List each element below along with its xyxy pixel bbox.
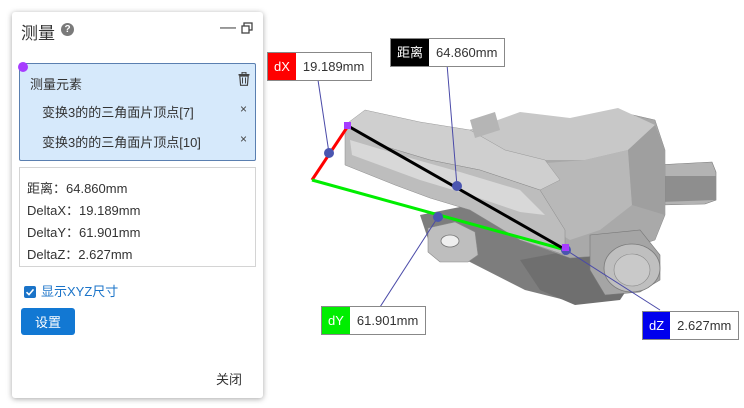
dx-value: 19.189mm [302, 59, 365, 74]
result-distance: 距离：64.860mm [27, 181, 128, 196]
dx-label: dX 19.189mm [267, 52, 373, 81]
dz-label: dZ 2.627mm [642, 311, 740, 340]
close-button[interactable]: 关闭 [216, 369, 242, 388]
element-label: 变换3的的三角面片顶点[10] [42, 135, 201, 150]
measure-panel: 测量 ? — 测量元素 变换3的的三角面片顶点[7] × 变换3的的三角面片顶点… [12, 12, 263, 398]
minimize-icon[interactable]: — [220, 20, 236, 36]
checkbox-checked-icon [24, 286, 36, 298]
dz-value: 2.627mm [677, 318, 732, 333]
3d-viewport[interactable]: dX 19.189mm 距离 64.860mm dY 61.901mm dZ 2… [263, 0, 744, 408]
pick-point-marker [18, 62, 28, 72]
measure-element-item[interactable]: 变换3的的三角面片顶点[7] × [42, 102, 247, 121]
measure-element-item[interactable]: 变换3的的三角面片顶点[10] × [42, 132, 247, 151]
dy-tag: dY [322, 307, 350, 334]
dx-tag: dX [268, 53, 296, 80]
elements-title: 测量元素 [30, 77, 83, 92]
panel-title: 测量 [21, 24, 55, 43]
trash-icon[interactable] [238, 72, 250, 86]
settings-button[interactable]: 设置 [21, 308, 75, 335]
measure-results: 距离：64.860mm DeltaX：19.189mm DeltaY：61.90… [19, 167, 256, 267]
measure-elements-box: 测量元素 变换3的的三角面片顶点[7] × 变换3的的三角面片顶点[10] × [18, 62, 256, 161]
dz-tag: dZ [643, 312, 671, 339]
distance-label: 距离 64.860mm [390, 38, 506, 67]
show-xyz-checkbox[interactable]: 显示XYZ尺寸 [24, 281, 118, 300]
show-xyz-label: 显示XYZ尺寸 [41, 284, 119, 299]
result-delta-z: DeltaZ：2.627mm [27, 247, 133, 262]
element-label: 变换3的的三角面片顶点[7] [42, 105, 194, 120]
picked-vertex-2 [562, 244, 569, 251]
help-icon[interactable]: ? [61, 23, 74, 36]
distance-midpoint [452, 181, 462, 191]
dy-value: 61.901mm [356, 313, 419, 328]
dy-label: dY 61.901mm [321, 306, 427, 335]
result-delta-x: DeltaX：19.189mm [27, 203, 141, 218]
result-delta-y: DeltaY：61.901mm [27, 225, 141, 240]
dx-midpoint [324, 148, 334, 158]
dy-midpoint [433, 212, 443, 222]
distance-value: 64.860mm [436, 45, 498, 60]
distance-tag: 距离 [391, 39, 430, 66]
remove-element-icon[interactable]: × [240, 132, 247, 146]
restore-icon[interactable] [241, 22, 253, 34]
picked-vertex-1 [344, 122, 351, 129]
remove-element-icon[interactable]: × [240, 102, 247, 116]
